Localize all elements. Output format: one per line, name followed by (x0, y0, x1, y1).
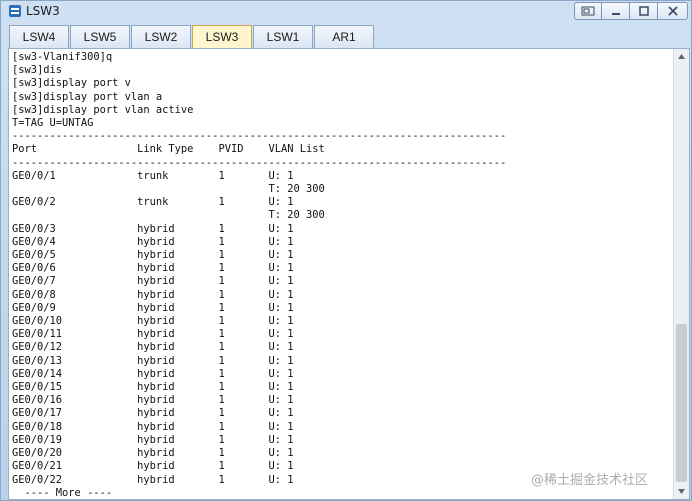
console-area[interactable]: [sw3-Vlanif300]q [sw3]dis [sw3]display por… (8, 48, 690, 500)
terminal-line: [sw3]display port v (12, 77, 131, 90)
scroll-down-icon (678, 489, 685, 494)
minimize-button[interactable] (602, 2, 630, 20)
tab-ar1[interactable]: AR1 (314, 25, 374, 48)
tab-lsw1[interactable]: LSW1 (253, 25, 313, 48)
terminal-line: GE0/0/20 hybrid 1 U: 1 (12, 447, 294, 460)
terminal-line: GE0/0/13 hybrid 1 U: 1 (12, 354, 294, 367)
terminal-line: [sw3]dis (12, 64, 63, 77)
watermark: @稀土掘金技术社区 (531, 473, 649, 488)
terminal-line: GE0/0/21 hybrid 1 U: 1 (12, 460, 294, 473)
terminal-line: T: 20 300 (12, 183, 325, 196)
window-title: LSW3 (26, 4, 60, 18)
terminal-line: [sw3-Vlanif300]q (12, 51, 113, 63)
scroll-up-icon (678, 54, 685, 59)
tab-lsw5[interactable]: LSW5 (70, 25, 130, 48)
terminal-line: GE0/0/15 hybrid 1 U: 1 (12, 381, 294, 394)
tab-lsw2[interactable]: LSW2 (131, 25, 191, 48)
scroll-up-button[interactable] (674, 49, 689, 64)
terminal-line: T=TAG U=UNTAG (12, 117, 94, 130)
terminal-line: [sw3]display port vlan a (12, 90, 163, 103)
terminal-line: GE0/0/7 hybrid 1 U: 1 (12, 275, 294, 288)
terminal-line: GE0/0/18 hybrid 1 U: 1 (12, 420, 294, 433)
vertical-scrollbar[interactable] (673, 49, 689, 499)
switch-icon (9, 5, 21, 17)
terminal-line: GE0/0/1 trunk 1 U: 1 (12, 169, 294, 182)
terminal-line: GE0/0/4 hybrid 1 U: 1 (12, 235, 294, 248)
terminal-line: GE0/0/17 hybrid 1 U: 1 (12, 407, 294, 420)
terminal-line: GE0/0/11 hybrid 1 U: 1 (12, 328, 294, 341)
terminal-line: GE0/0/14 hybrid 1 U: 1 (12, 367, 294, 380)
terminal-line: ----------------------------------------… (12, 130, 507, 143)
terminal-line: T: 20 300 (12, 209, 325, 222)
terminal-line: GE0/0/8 hybrid 1 U: 1 (12, 288, 294, 301)
terminal-line: Port Link Type PVID VLAN List (12, 143, 325, 156)
tab-lsw4[interactable]: LSW4 (9, 25, 69, 48)
terminal-line: GE0/0/10 hybrid 1 U: 1 (12, 315, 294, 328)
restore-icon (581, 6, 595, 16)
terminal-line: ---- More ---- (12, 486, 113, 499)
scroll-down-button[interactable] (674, 484, 689, 499)
terminal-line: ----------------------------------------… (12, 156, 507, 169)
terminal-window: LSW3 LSW4 LSW5 LSW2 LSW3 LSW1 AR1 [sw3-V… (0, 0, 692, 501)
terminal-line: GE0/0/3 hybrid 1 U: 1 (12, 222, 294, 235)
terminal-line: GE0/0/6 hybrid 1 U: 1 (12, 262, 294, 275)
terminal-line: GE0/0/22 hybrid 1 U: 1 (12, 473, 294, 486)
terminal-line: GE0/0/9 hybrid 1 U: 1 (12, 301, 294, 314)
minimize-icon (611, 13, 620, 15)
terminal-line: [sw3]display port vlan active (12, 103, 194, 116)
terminal-line: GE0/0/12 hybrid 1 U: 1 (12, 341, 294, 354)
terminal-line: GE0/0/2 trunk 1 U: 1 (12, 196, 294, 209)
tab-lsw3[interactable]: LSW3 (192, 25, 252, 49)
close-icon (667, 6, 678, 16)
close-button[interactable] (658, 2, 688, 20)
restore-button[interactable] (574, 2, 602, 20)
maximize-button[interactable] (630, 2, 658, 20)
terminal-output[interactable]: [sw3-Vlanif300]q [sw3]dis [sw3]display por… (12, 51, 507, 499)
terminal-line: GE0/0/16 hybrid 1 U: 1 (12, 394, 294, 407)
maximize-icon (638, 6, 649, 16)
terminal-line: GE0/0/19 hybrid 1 U: 1 (12, 433, 294, 446)
title-bar[interactable]: LSW3 (1, 1, 691, 23)
scrollbar-thumb[interactable] (676, 324, 687, 482)
terminal-line: GE0/0/5 hybrid 1 U: 1 (12, 249, 294, 262)
